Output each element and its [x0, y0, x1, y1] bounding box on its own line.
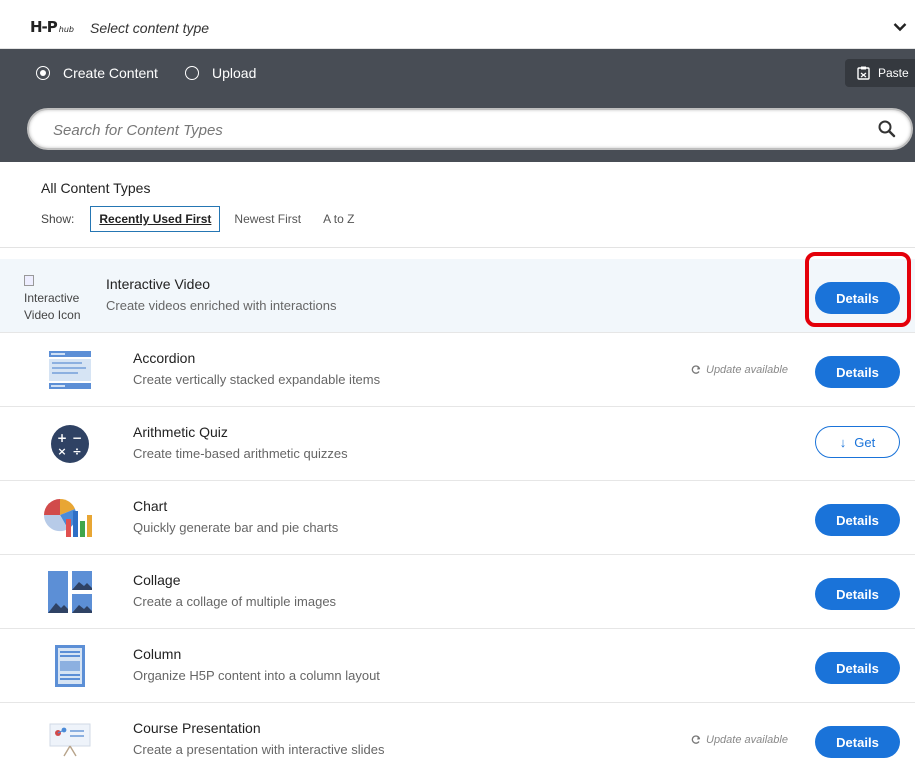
hub-title: Select content type — [90, 20, 210, 36]
sort-a-to-z[interactable]: A to Z — [315, 207, 362, 231]
get-button[interactable]: ↓ Get — [815, 426, 900, 458]
svg-text:−: − — [72, 431, 82, 445]
list-item-accordion[interactable]: Accordion Create vertically stacked expa… — [0, 333, 915, 407]
show-label: Show: — [41, 212, 75, 226]
sort-newest[interactable]: Newest First — [226, 207, 309, 231]
h5p-hub-logo: H-P hub — [30, 18, 74, 39]
highlight-annotation-box — [805, 252, 911, 327]
sort-recently-used[interactable]: Recently Used First — [90, 206, 221, 232]
search-box[interactable] — [27, 108, 913, 150]
chevron-down-icon[interactable] — [893, 22, 907, 32]
update-available-badge: Update available — [691, 364, 788, 376]
collage-icon — [44, 571, 96, 613]
item-title: Chart — [133, 498, 168, 514]
item-description: Create vertically stacked expandable ite… — [133, 372, 381, 387]
tab-upload[interactable]: Upload — [185, 63, 256, 83]
tab-create-content[interactable]: Create Content — [36, 63, 158, 83]
search-area — [0, 96, 915, 162]
item-title: Collage — [133, 572, 181, 588]
paste-label: Paste — [878, 66, 909, 80]
item-description: Quickly generate bar and pie charts — [133, 520, 339, 535]
filter-section: All Content Types Show: Recently Used Fi… — [0, 162, 915, 248]
item-description: Create time-based arithmetic quizzes — [133, 446, 348, 461]
section-heading: All Content Types — [41, 180, 151, 196]
search-icon[interactable] — [877, 119, 897, 139]
list-item-course-presentation[interactable]: Course Presentation Create a presentatio… — [0, 703, 915, 771]
logo-text: H-P — [30, 18, 58, 36]
column-icon — [44, 645, 96, 687]
update-text: Update available — [706, 364, 788, 376]
sort-options: Show: Recently Used First Newest First A… — [41, 206, 368, 232]
item-title: Arithmetic Quiz — [133, 424, 228, 440]
item-description: Organize H5P content into a column layou… — [133, 668, 380, 683]
item-title: Interactive Video — [106, 276, 211, 292]
arithmetic-quiz-icon: + − × ÷ — [44, 423, 96, 465]
update-available-badge: Update available — [691, 734, 788, 746]
refresh-icon — [691, 735, 701, 744]
chart-icon — [44, 497, 96, 539]
list-item-chart[interactable]: Chart Quickly generate bar and pie chart… — [0, 481, 915, 555]
list-item-interactive-video[interactable]: Interactive Video Icon Interactive Video… — [0, 259, 915, 333]
logo-hub-text: hub — [58, 25, 74, 34]
list-item-column[interactable]: Column Organize H5P content into a colum… — [0, 629, 915, 703]
tab-label: Create Content — [63, 65, 158, 81]
details-button[interactable]: Details — [815, 726, 900, 758]
radio-selected-icon — [36, 66, 50, 80]
refresh-icon — [691, 365, 701, 374]
clipboard-icon — [857, 66, 870, 80]
svg-text:+: + — [57, 431, 67, 445]
item-description: Create videos enriched with interactions — [106, 298, 337, 313]
item-title: Column — [133, 646, 182, 662]
item-title: Accordion — [133, 350, 196, 366]
accordion-icon — [44, 349, 96, 391]
details-button[interactable]: Details — [815, 356, 900, 388]
icon-alt-text: Interactive Video Icon — [24, 291, 81, 322]
item-description: Create a collage of multiple images — [133, 594, 337, 609]
details-button[interactable]: Details — [815, 652, 900, 684]
search-input[interactable] — [53, 119, 853, 141]
update-text: Update available — [706, 734, 788, 746]
svg-text:÷: ÷ — [72, 445, 81, 458]
tab-bar: Create Content Upload Paste — [0, 49, 915, 96]
item-title: Course Presentation — [133, 720, 261, 736]
item-description: Create a presentation with interactive s… — [133, 742, 385, 757]
details-button[interactable]: Details — [815, 504, 900, 536]
broken-image-icon: Interactive Video Icon — [24, 273, 99, 324]
list-item-arithmetic-quiz[interactable]: + − × ÷ Arithmetic Quiz Create time-base… — [0, 407, 915, 481]
hub-header[interactable]: H-P hub Select content type — [0, 0, 915, 49]
get-label: Get — [854, 434, 876, 450]
course-presentation-icon — [44, 719, 96, 761]
svg-text:×: × — [57, 445, 66, 458]
list-item-collage[interactable]: Collage Create a collage of multiple ima… — [0, 555, 915, 629]
paste-button[interactable]: Paste — [845, 59, 915, 87]
arrow-down-icon: ↓ — [839, 434, 847, 450]
details-button[interactable]: Details — [815, 578, 900, 610]
tab-label: Upload — [212, 65, 257, 81]
radio-unselected-icon — [185, 66, 199, 80]
